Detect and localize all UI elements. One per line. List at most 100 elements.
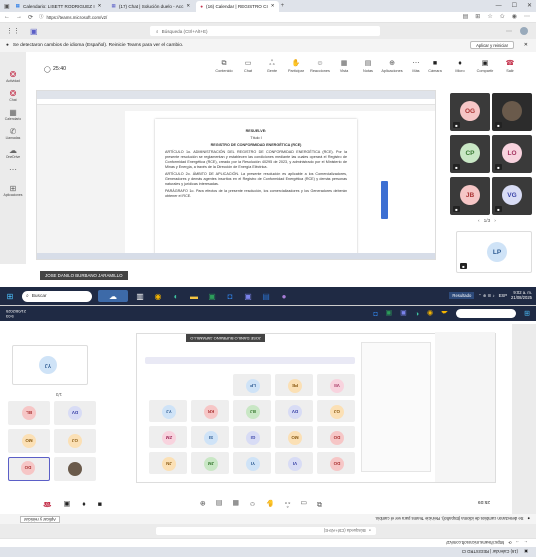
- weather-widget-icon[interactable]: ☁: [441, 310, 448, 318]
- leave-button[interactable]: ☎ Salir: [499, 60, 521, 73]
- taskbar-search[interactable]: [456, 309, 517, 318]
- apps-button[interactable]: ⊕ Aplicaciones: [381, 60, 403, 73]
- bottom-screenshot: ▣ (16) Calendar | REGISTRO CI ← → ⟳ https:…: [0, 306, 536, 557]
- window-icon[interactable]: ▣: [4, 3, 10, 10]
- word-icon[interactable]: ▤: [260, 290, 272, 302]
- clock-time[interactable]: 9:03: [6, 314, 14, 319]
- rail-item-onedrive[interactable]: ☁ OneDrive: [0, 146, 26, 159]
- hand-icon[interactable]: ✋: [266, 500, 275, 508]
- lang-label[interactable]: ESP: [499, 293, 507, 298]
- profile-icon[interactable]: ◉: [512, 13, 517, 20]
- edge-icon[interactable]: ◐: [415, 310, 419, 317]
- notes-button[interactable]: ▤ Notas: [357, 60, 379, 73]
- search-input[interactable]: ⌕ Búsqueda (Ctrl+Alt+E): [150, 26, 380, 36]
- favorites-icon[interactable]: ✩: [500, 13, 505, 20]
- back-icon[interactable]: ←: [4, 14, 10, 20]
- teams-icon[interactable]: ▣: [242, 290, 254, 302]
- grid-icon[interactable]: ▦: [232, 500, 239, 508]
- mic-button[interactable]: ♦ Micro: [449, 60, 471, 73]
- view-button[interactable]: ▦ Vista: [333, 60, 355, 73]
- chat-button[interactable]: ▭ Chat: [237, 60, 259, 73]
- close-icon[interactable]: ✕: [98, 3, 102, 9]
- share-icon: ▣: [481, 60, 489, 67]
- minimize-icon[interactable]: —: [496, 3, 502, 9]
- rail-more[interactable]: ⋯: [0, 165, 26, 174]
- result-badge[interactable]: Resultado: [449, 291, 475, 299]
- url-field[interactable]: ⓘ https://teams.microsoft.com/v2/: [39, 13, 239, 21]
- avatar[interactable]: [520, 27, 528, 35]
- people-button[interactable]: ஃ Gente: [261, 60, 283, 73]
- mic-icon[interactable]: ♦: [82, 501, 86, 508]
- back-icon[interactable]: ←: [524, 541, 528, 546]
- share-screen-icon[interactable]: ⧉: [317, 500, 322, 508]
- raise-hand-button[interactable]: ✋ Participar: [285, 60, 307, 73]
- more-icon[interactable]: ⋯: [506, 28, 512, 35]
- m-notice: ● Se detectaron cambios de idioma (Españ…: [0, 514, 536, 524]
- rail-item-chat[interactable]: ❂ Chat: [0, 89, 26, 102]
- browser-tab[interactable]: ▦ (17) Chat | Solución duelo - Acc ✕: [108, 1, 195, 12]
- plus-icon[interactable]: ⊕: [200, 500, 206, 508]
- teams-icon[interactable]: ▣: [400, 310, 407, 318]
- star-icon[interactable]: ☆: [487, 13, 492, 20]
- new-tab-icon[interactable]: +: [281, 3, 285, 9]
- reload-icon[interactable]: ⟳: [508, 541, 512, 546]
- tab-label[interactable]: (16) Calendar | REGISTRO CI: [462, 550, 518, 555]
- people-icon[interactable]: ஃ: [285, 499, 291, 508]
- weather-widget-icon[interactable]: ☁: [98, 290, 128, 302]
- browser-tab[interactable]: ▦ Calendario: LISETT RODRIGUEZ I ✕: [12, 1, 106, 12]
- smile-icon[interactable]: ☺: [249, 500, 256, 507]
- edge-icon[interactable]: ◐: [170, 290, 182, 302]
- pager[interactable]: 1/3: [56, 392, 62, 397]
- share-icon[interactable]: ▣: [64, 500, 71, 508]
- leave-icon[interactable]: ☎: [43, 500, 52, 508]
- clock-date[interactable]: 21/08/2025: [6, 309, 26, 314]
- url-text[interactable]: https://teams.microsoft.com/v2/: [446, 541, 504, 546]
- chevron-left-icon[interactable]: ‹: [478, 219, 480, 224]
- outlook-icon[interactable]: ◘: [373, 310, 377, 317]
- outlook-icon[interactable]: ◘: [224, 290, 236, 302]
- taskbar-search[interactable]: ⌕ Buscar: [22, 290, 92, 302]
- reload-icon[interactable]: ⟳: [28, 14, 33, 21]
- close-icon[interactable]: ✕: [524, 42, 528, 48]
- chevron-right-icon[interactable]: ›: [494, 219, 496, 224]
- close-icon[interactable]: ✕: [271, 3, 275, 9]
- rail-item-calls[interactable]: ✆ Llamadas: [0, 127, 26, 140]
- content-button[interactable]: ⧉ Contenido: [213, 60, 235, 73]
- notes-icon[interactable]: ▤: [216, 500, 223, 508]
- maximize-icon[interactable]: ☐: [512, 2, 517, 9]
- window-icon[interactable]: ▣: [524, 550, 528, 555]
- rail-item-calendar[interactable]: ▦ Calendario: [0, 108, 26, 121]
- close-window-icon[interactable]: ✕: [527, 2, 532, 9]
- chrome-icon[interactable]: ◉: [152, 290, 164, 302]
- windows-start-icon[interactable]: ⊞: [4, 290, 16, 302]
- excel-icon[interactable]: ▣: [386, 310, 393, 318]
- rail-item-apps[interactable]: ⊞ Aplicaciones: [0, 184, 26, 197]
- close-icon[interactable]: ✕: [186, 3, 190, 9]
- apply-restart-button[interactable]: Aplicar y reiniciar: [470, 41, 514, 49]
- task-view-icon[interactable]: ▥: [134, 290, 146, 302]
- grid-icon[interactable]: ⋮⋮: [6, 27, 20, 35]
- extensions-icon[interactable]: ⊞: [475, 13, 480, 20]
- explorer-icon[interactable]: ▬: [188, 290, 200, 302]
- reader-icon[interactable]: ▤: [463, 13, 469, 20]
- tray-icons[interactable]: ⌃ ⊕ ☰ ♪: [478, 293, 494, 298]
- share-button[interactable]: ▣ Compartir: [474, 60, 496, 73]
- pager[interactable]: ‹ 1/3 ›: [478, 219, 496, 224]
- apply-restart-button[interactable]: Aplicar y reiniciar: [20, 516, 60, 523]
- windows-start-icon[interactable]: ⊞: [524, 310, 530, 318]
- forward-icon[interactable]: →: [516, 541, 520, 546]
- clock-date[interactable]: 21/08/2025: [511, 295, 532, 300]
- camera-button[interactable]: ■ Cámara: [424, 60, 446, 73]
- reactions-button[interactable]: ☺ Reacciones: [309, 60, 331, 73]
- search-input[interactable]: ⌕ Búsqueda (Ctrl+Alt+E): [156, 527, 376, 535]
- chat-icon[interactable]: ▭: [300, 500, 307, 508]
- camera-icon[interactable]: ■: [98, 501, 102, 508]
- more-icon[interactable]: ⋯: [524, 13, 530, 20]
- browser-tab-active[interactable]: ● (16) Calendar | REGISTRO CI ✕: [196, 0, 279, 12]
- excel-icon[interactable]: ▣: [206, 290, 218, 302]
- chrome-icon[interactable]: ◉: [427, 310, 433, 318]
- gallery-tile: DV: [275, 400, 313, 422]
- forward-icon[interactable]: →: [16, 14, 22, 20]
- app-icon[interactable]: ●: [278, 290, 290, 302]
- rail-item-activity[interactable]: ❂ Actividad: [0, 70, 26, 83]
